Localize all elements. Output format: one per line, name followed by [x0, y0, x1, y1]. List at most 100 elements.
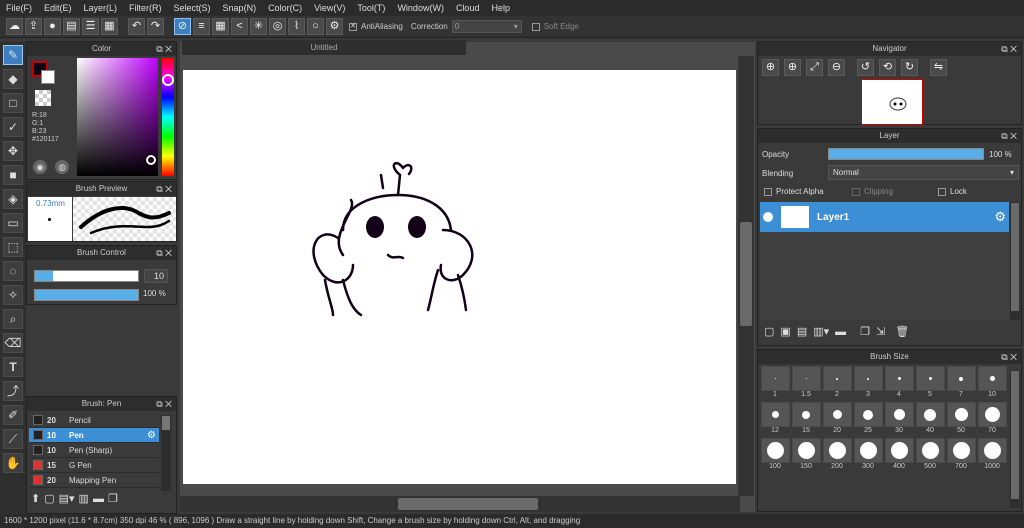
zoom-in-alt-icon[interactable]: ⊕ — [784, 59, 801, 76]
snap-parallel-icon[interactable]: ≡ — [193, 18, 210, 35]
brush-folder-icon[interactable]: ▬ — [93, 493, 104, 505]
snap-off-icon[interactable]: ⊘ — [174, 18, 191, 35]
palette-icon[interactable]: ◍ — [55, 160, 69, 174]
blending-select[interactable]: Normal ▾ — [828, 165, 1019, 180]
operation-tool-icon[interactable]: ⤴ — [3, 381, 23, 401]
layer-opacity-slider[interactable] — [828, 148, 984, 160]
menu-item[interactable]: Cloud — [450, 0, 486, 16]
clipping-checkbox[interactable] — [852, 187, 860, 196]
menu-item[interactable]: File(F) — [0, 0, 38, 16]
trash-icon[interactable]: 🗑 — [895, 325, 909, 338]
brush-size-cell[interactable]: 50 — [946, 402, 976, 438]
brush-size-cell[interactable]: 12 — [760, 402, 790, 438]
brush-size-cell[interactable]: 300 — [853, 438, 883, 474]
menu-item[interactable]: Layer(L) — [78, 0, 124, 16]
snap-ellipse-icon[interactable]: ○ — [307, 18, 324, 35]
menu-item[interactable]: Filter(R) — [123, 0, 168, 16]
brush-size-cell[interactable]: 5 — [915, 366, 945, 402]
eye-visibility-icon[interactable] — [763, 212, 773, 222]
menu-item[interactable]: Window(W) — [391, 0, 450, 16]
document-icon[interactable]: ▦ — [101, 18, 118, 35]
merge-layer-icon[interactable]: ⇲ — [876, 325, 885, 338]
eyedropper-tool-icon[interactable]: ⟋ — [3, 429, 23, 449]
note-icon[interactable]: ▤ — [63, 18, 80, 35]
brush-size-cell[interactable]: 200 — [822, 438, 852, 474]
brush-size-cell[interactable]: 1.5 — [791, 366, 821, 402]
brush-doc-icon[interactable]: ▥ — [79, 492, 89, 505]
eraser-tool-icon[interactable]: ◆ — [3, 69, 23, 89]
lasso-tool-icon[interactable]: ◌ — [3, 261, 23, 281]
brush-item[interactable]: 20 Pencil — [29, 413, 159, 428]
list-icon[interactable]: ☰ — [82, 18, 99, 35]
zoom-in-icon[interactable]: ⊕ — [762, 59, 779, 76]
layer-list-scrollbar[interactable] — [1010, 202, 1020, 320]
brush-size-cell[interactable]: 2 — [822, 366, 852, 402]
reset-view-icon[interactable]: ⟲ — [879, 59, 896, 76]
snap-grid-icon[interactable]: ▦ — [212, 18, 229, 35]
menu-item[interactable]: Select(S) — [168, 0, 217, 16]
duplicate-layer-icon[interactable]: ❐ — [860, 325, 870, 338]
brush-size-cell[interactable]: 400 — [884, 438, 914, 474]
transparent-color-swatch[interactable] — [35, 90, 51, 106]
snap-curve-icon[interactable]: ⌇ — [288, 18, 305, 35]
document-tab[interactable]: Untitled — [182, 40, 466, 55]
select-eraser-tool-icon[interactable]: ⌫ — [3, 333, 23, 353]
brush-copy-icon[interactable]: ❐ — [108, 492, 118, 505]
brush-add-icon[interactable]: ⬆ — [31, 492, 40, 505]
brush-size-cell[interactable]: 10 — [977, 366, 1007, 402]
brush-item[interactable]: 15 G Pen — [29, 458, 159, 473]
brush-item[interactable]: 20 Mapping Pen — [29, 473, 159, 488]
fill-rect-tool-icon[interactable]: ■ — [3, 165, 23, 185]
brush-list-scrollbar[interactable] — [161, 415, 171, 491]
hand-tool-icon[interactable]: ✋ — [3, 453, 23, 473]
snap-vanish-icon[interactable]: < — [231, 18, 248, 35]
brush-size-cell[interactable]: 150 — [791, 438, 821, 474]
brush-size-cell[interactable]: 15 — [791, 402, 821, 438]
cloud-icon[interactable]: ☁ — [6, 18, 23, 35]
snap-circle-icon[interactable]: ◎ — [269, 18, 286, 35]
new-8bit-layer-icon[interactable]: ▤ — [797, 325, 807, 338]
check-tool-icon[interactable]: ✓ — [3, 117, 23, 137]
layer-row[interactable]: Layer1 ⚙ — [760, 202, 1009, 232]
undo-icon[interactable]: ↶ — [128, 18, 145, 35]
menu-item[interactable]: Snap(N) — [217, 0, 263, 16]
move-tool-icon[interactable]: ✥ — [3, 141, 23, 161]
select-pen-tool-icon[interactable]: ⌕ — [3, 309, 23, 329]
layer-add-menu-icon[interactable]: ▥▾ — [813, 325, 829, 338]
brush-size-cell[interactable]: 7 — [946, 366, 976, 402]
rotate-left-icon[interactable]: ↺ — [857, 59, 874, 76]
background-color-swatch[interactable] — [41, 70, 55, 84]
magic-wand-tool-icon[interactable]: ✧ — [3, 285, 23, 305]
menu-item[interactable]: View(V) — [308, 0, 351, 16]
menu-item[interactable]: Tool(T) — [351, 0, 391, 16]
new-layer-icon[interactable]: ▢ — [764, 325, 774, 338]
brush-size-scrollbar[interactable] — [1010, 370, 1020, 508]
menu-item[interactable]: Color(C) — [262, 0, 308, 16]
soft-edge-checkbox[interactable] — [531, 22, 540, 31]
comment-icon[interactable]: ● — [44, 18, 61, 35]
brush-opacity-slider[interactable] — [34, 289, 139, 301]
color-wheel-icon[interactable]: ◉ — [33, 160, 47, 174]
brush-size-cell[interactable]: 30 — [884, 402, 914, 438]
menu-item[interactable]: Edit(E) — [38, 0, 78, 16]
divide-tool-icon[interactable]: ✐ — [3, 405, 23, 425]
brush-size-value[interactable]: 10 — [144, 269, 168, 283]
menu-item[interactable]: Help — [485, 0, 516, 16]
brush-size-cell[interactable]: 25 — [853, 402, 883, 438]
fit-icon[interactable]: ⤢ — [806, 59, 823, 76]
new-halftone-layer-icon[interactable]: ▣ — [780, 325, 790, 338]
canvas-horizontal-scrollbar[interactable] — [180, 496, 740, 512]
navigator-thumbnail[interactable] — [861, 79, 923, 125]
redo-icon[interactable]: ↷ — [147, 18, 164, 35]
canvas-vertical-scrollbar[interactable] — [738, 56, 754, 496]
brush-item[interactable]: 10 Pen (Sharp) — [29, 443, 159, 458]
layer-settings-gear-icon[interactable]: ⚙ — [994, 209, 1006, 225]
brush-size-cell[interactable]: 1 — [760, 366, 790, 402]
brush-size-cell[interactable]: 20 — [822, 402, 852, 438]
brush-size-cell[interactable]: 3 — [853, 366, 883, 402]
export-icon[interactable]: ⇪ — [25, 18, 42, 35]
snap-settings-icon[interactable]: ⚙ — [326, 18, 343, 35]
protect-alpha-checkbox[interactable] — [764, 187, 772, 196]
gradient-tool-icon[interactable]: ▭ — [3, 213, 23, 233]
brush-size-cell[interactable]: 500 — [915, 438, 945, 474]
